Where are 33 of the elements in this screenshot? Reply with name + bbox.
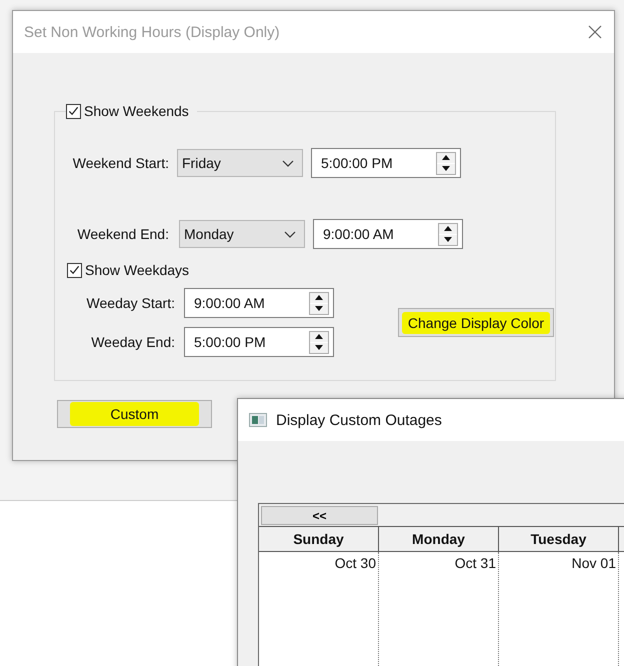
day-header: Monday — [379, 527, 499, 551]
custom-button[interactable]: Custom — [57, 400, 212, 428]
spinner-icon[interactable] — [436, 152, 456, 174]
date-label: Oct 30 — [334, 555, 376, 571]
checkbox[interactable] — [66, 104, 81, 118]
day-dropdown[interactable]: Friday — [177, 149, 303, 177]
day-header: Sunday — [259, 527, 379, 551]
date-label: Nov 01 — [572, 555, 616, 571]
field-label: Weeday End: — [90, 334, 175, 350]
change-color-button[interactable]: Change Display Color — [398, 308, 554, 337]
window-title: Display Custom Outages — [276, 412, 442, 428]
window-title: Set Non Working Hours (Display Only) — [24, 24, 280, 40]
chevron-down-icon — [284, 230, 296, 238]
spinner-icon[interactable] — [309, 330, 329, 354]
field-label: Weekend End: — [76, 226, 169, 242]
window-icon — [249, 413, 267, 427]
checkbox[interactable] — [67, 262, 82, 278]
spinner-icon[interactable] — [438, 222, 458, 246]
day-dropdown[interactable]: Monday — [179, 220, 305, 248]
previous-button[interactable]: << — [261, 506, 378, 525]
close-icon[interactable] — [588, 25, 602, 39]
time-field[interactable]: 9:00:00 AM — [313, 219, 463, 249]
field-label: Weeday Start: — [86, 295, 175, 311]
checkbox-label: Show Weekends — [84, 103, 189, 119]
time-field[interactable]: 5:00:00 PM — [311, 148, 461, 178]
day-header: Tuesday — [499, 527, 619, 551]
chevron-down-icon — [282, 160, 294, 166]
time-field[interactable]: 5:00:00 PM — [184, 327, 334, 357]
time-field[interactable]: 9:00:00 AM — [184, 288, 334, 318]
checkbox-label: Show Weekdays — [85, 262, 190, 278]
spinner-icon[interactable] — [309, 292, 329, 314]
date-label: Oct 31 — [454, 555, 496, 571]
field-label: Weekend Start: — [72, 155, 169, 171]
